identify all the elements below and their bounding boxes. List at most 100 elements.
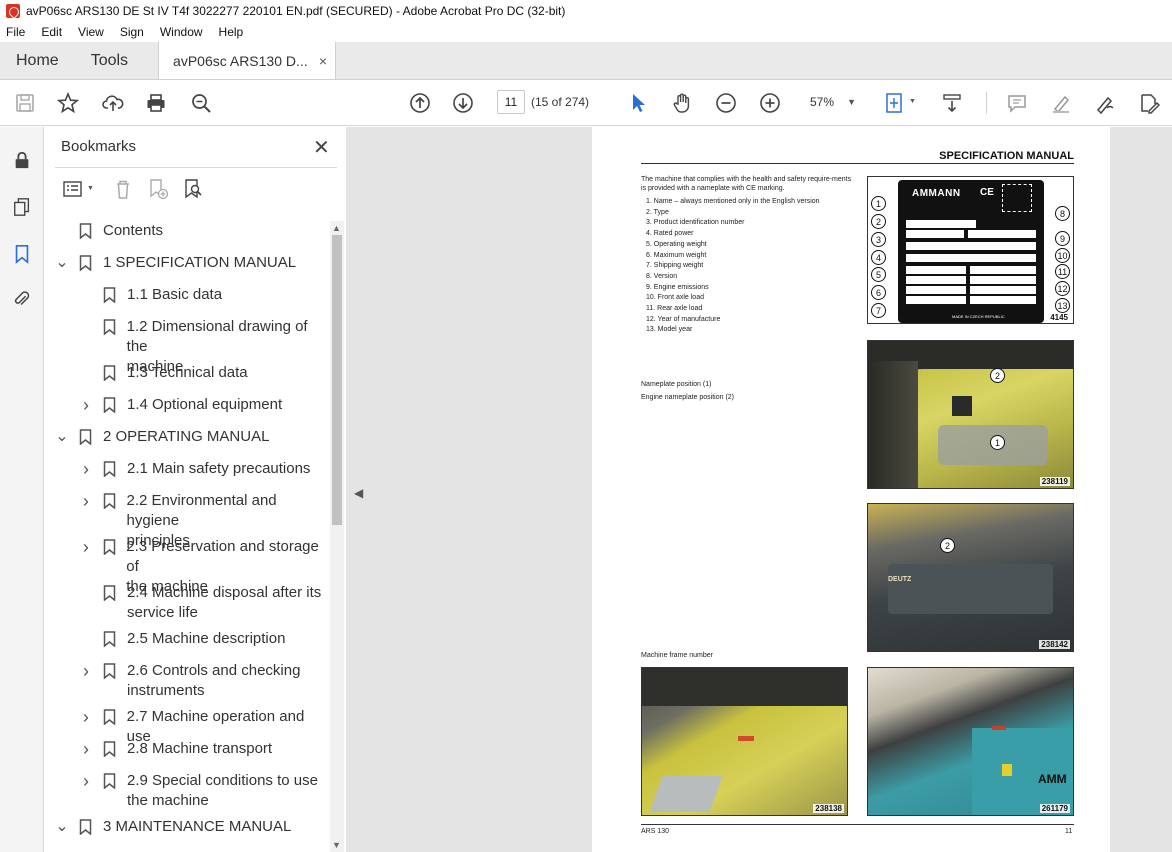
bookmark-item[interactable]: ⌄ 2 OPERATING MANUAL — [55, 427, 330, 447]
scroll-down-icon[interactable]: ▼ — [332, 840, 341, 850]
zoom-level-dropdown[interactable]: 57% ▼ — [802, 90, 862, 114]
scroll-mode-icon[interactable] — [940, 91, 964, 115]
next-page-icon[interactable] — [451, 91, 475, 115]
scrollbar-thumb[interactable] — [332, 235, 342, 525]
scroll-up-icon[interactable]: ▲ — [332, 223, 341, 233]
tab-home[interactable]: Home — [0, 42, 75, 79]
plate-field — [906, 296, 966, 304]
fit-page-icon[interactable] — [883, 91, 907, 115]
chevron-down-icon[interactable]: ⌄ — [55, 427, 69, 447]
edit-pdf-icon[interactable] — [1137, 91, 1161, 115]
upload-icon[interactable] — [101, 91, 125, 115]
options-chevron-icon[interactable]: ▼ — [87, 185, 94, 192]
page-count: (15 of 274) — [531, 95, 590, 109]
list-item: 1. Name – always mentioned only in the E… — [646, 198, 820, 205]
print-icon[interactable] — [144, 91, 168, 115]
bookmarks-panel-icon[interactable] — [11, 243, 33, 265]
bookmark-icon — [79, 253, 93, 273]
select-cursor-icon[interactable] — [626, 91, 650, 115]
bookmark-label-line: the machine — [127, 792, 209, 809]
bookmarks-scrollbar[interactable]: ▲ ▼ — [330, 221, 344, 852]
zoom-value: 57% — [810, 95, 835, 109]
callout-marker: 13 — [1055, 298, 1070, 313]
chevron-right-icon[interactable]: › — [79, 661, 93, 681]
bookmark-item[interactable]: ⌄ 3 MAINTENANCE MANUAL — [55, 817, 330, 837]
new-bookmark-icon[interactable] — [146, 177, 170, 201]
page-number-input[interactable]: 11 — [497, 90, 525, 114]
bookmark-label-line: 2.2 Environmental and hygiene — [126, 492, 277, 529]
bookmark-item[interactable]: 1.3 Technical data — [79, 363, 330, 383]
bookmark-icon — [103, 771, 117, 791]
attachments-icon[interactable] — [11, 288, 33, 310]
tab-tools[interactable]: Tools — [75, 42, 144, 79]
tab-document[interactable]: avP06sc ARS130 D... × — [158, 42, 337, 79]
plate-field — [906, 286, 966, 294]
pages-thumbnail-icon[interactable] — [11, 196, 33, 218]
caption-engine-nameplate: Engine nameplate position (2) — [641, 394, 735, 401]
bookmark-item[interactable]: › 1.4 Optional equipment — [79, 395, 330, 415]
chevron-right-icon[interactable]: › — [79, 537, 93, 557]
menu-file[interactable]: File — [4, 25, 27, 39]
menu-help[interactable]: Help — [217, 25, 246, 39]
bookmarks-list: Contents ⌄ 1 SPECIFICATION MANUAL 1.1 Basic… — [45, 221, 330, 851]
plate-field — [906, 230, 964, 238]
callout-marker: 11 — [1055, 264, 1070, 279]
collapse-panel-icon[interactable]: ◀ — [354, 486, 363, 500]
menu-window[interactable]: Window — [158, 25, 205, 39]
list-item: 11. Rear axle load — [646, 305, 703, 313]
engine-brand: DEUTZ — [888, 576, 912, 583]
footer-model: ARS 130 — [641, 828, 670, 835]
list-item: 7. Shipping weight — [646, 262, 704, 270]
photo-frame-mark — [738, 736, 754, 741]
bookmark-item[interactable]: 2.4 Machine disposal after its service li… — [79, 583, 330, 623]
close-tab-icon[interactable]: × — [319, 53, 327, 69]
caption-nameplate-position: Nameplate position (1) — [641, 381, 712, 388]
bookmark-options-icon[interactable] — [61, 177, 85, 201]
previous-page-icon[interactable] — [408, 91, 432, 115]
highlight-icon[interactable] — [1049, 91, 1073, 115]
bookmark-item[interactable]: Contents — [55, 221, 330, 241]
comment-icon[interactable] — [1005, 91, 1029, 115]
fit-dropdown-icon[interactable]: ▼ — [909, 98, 916, 105]
sign-pen-icon[interactable] — [1093, 91, 1117, 115]
figure-id: 4145 — [1048, 313, 1070, 322]
chevron-right-icon[interactable]: › — [79, 771, 93, 791]
lock-icon[interactable] — [11, 149, 33, 171]
find-bookmark-icon[interactable] — [181, 177, 205, 201]
bookmark-item[interactable]: ⌄ 1 SPECIFICATION MANUAL — [55, 253, 330, 273]
tab-document-label: avP06sc ARS130 D... — [173, 52, 308, 69]
bookmark-item[interactable]: › 2.1 Main safety precautions — [79, 459, 330, 479]
chevron-right-icon[interactable]: › — [79, 459, 93, 479]
delete-bookmark-icon[interactable] — [111, 177, 135, 201]
save-icon[interactable] — [13, 91, 37, 115]
bookmark-item[interactable]: › 2.6 Controls and checking instruments — [79, 661, 330, 701]
bookmark-icon — [79, 817, 93, 837]
chevron-right-icon[interactable]: › — [79, 395, 93, 415]
chevron-down-icon[interactable]: ⌄ — [55, 253, 69, 273]
bookmark-label-line: 1 SPECIFICATION MANUAL — [103, 254, 297, 271]
zoom-in-icon[interactable] — [758, 91, 782, 115]
chevron-right-icon[interactable]: › — [79, 707, 93, 727]
menu-edit[interactable]: Edit — [39, 25, 64, 39]
chevron-right-icon[interactable]: › — [79, 739, 93, 759]
bookmark-item[interactable]: › 2.8 Machine transport — [79, 739, 330, 759]
bookmark-star-icon[interactable] — [56, 91, 80, 115]
figure-id: 238142 — [1039, 640, 1070, 649]
chevron-down-icon[interactable]: ⌄ — [55, 817, 69, 837]
menu-view[interactable]: View — [76, 25, 106, 39]
zoom-out-icon[interactable] — [714, 91, 738, 115]
list-item: 13. Model year — [646, 326, 693, 334]
zoom-search-icon[interactable] — [189, 91, 213, 115]
callout-marker: 5 — [871, 267, 886, 282]
bookmark-item[interactable]: › 2.9 Special conditions to use the machin… — [79, 771, 330, 811]
hand-tool-icon[interactable] — [670, 91, 694, 115]
menu-sign[interactable]: Sign — [118, 25, 146, 39]
list-item: 5. Operating weight — [646, 240, 707, 248]
chevron-right-icon[interactable]: › — [79, 491, 93, 511]
bookmark-label-line: 2.4 Machine disposal after its — [127, 584, 322, 601]
photo-frame-mark — [992, 726, 1006, 730]
bookmark-item[interactable]: 1.1 Basic data — [79, 285, 330, 305]
close-panel-icon[interactable]: ✕ — [313, 135, 330, 160]
bookmark-item[interactable]: 2.5 Machine description — [79, 629, 330, 649]
toolbar-separator — [986, 92, 987, 114]
